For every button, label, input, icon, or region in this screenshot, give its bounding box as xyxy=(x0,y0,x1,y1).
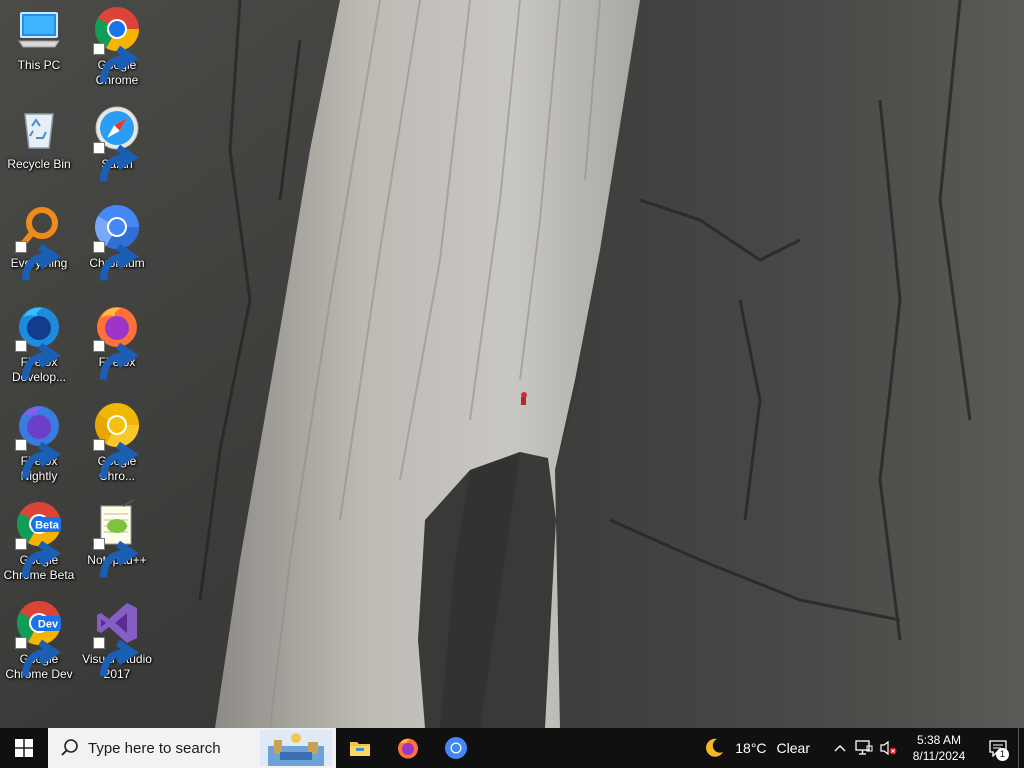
search-icon xyxy=(61,739,78,756)
start-button[interactable] xyxy=(0,728,48,768)
this-pc-icon xyxy=(15,5,63,53)
chromium-icon xyxy=(93,203,141,281)
volume-muted-icon xyxy=(880,740,897,756)
moon-icon xyxy=(706,738,724,757)
notepad-plus-plus-icon xyxy=(93,500,141,578)
shortcut-arrow-icon xyxy=(93,142,139,182)
desktop-icon-notepad-plus-plus[interactable]: Notepad++ xyxy=(79,495,155,591)
shortcut-arrow-icon xyxy=(15,538,61,578)
volume-button[interactable] xyxy=(876,728,900,768)
windows-logo-icon xyxy=(15,739,33,757)
shortcut-arrow-icon xyxy=(15,637,61,677)
desktop-icon-recycle-bin[interactable]: Recycle Bin xyxy=(1,99,77,195)
shortcut-arrow-icon xyxy=(93,43,139,83)
desktop-icon-google-chrome-canary[interactable]: Google Chro... xyxy=(79,396,155,492)
svg-text:Dev: Dev xyxy=(38,619,59,631)
desktop-icon-google-chrome-dev[interactable]: Dev Google Chrome Dev xyxy=(1,594,77,690)
chromium-icon xyxy=(445,737,467,759)
firefox-icon xyxy=(398,738,418,759)
search-placeholder: Type here to search xyxy=(88,739,221,757)
desktop-icon-google-chrome-beta[interactable]: Beta Google Chrome Beta xyxy=(1,495,77,591)
shortcut-arrow-icon xyxy=(15,439,61,479)
taskbar-search-box[interactable]: Type here to search xyxy=(48,728,336,768)
shortcut-arrow-icon xyxy=(93,340,139,380)
search-highlight-image xyxy=(260,730,332,766)
desktop-icon-firefox[interactable]: Firefox xyxy=(79,297,155,393)
clock[interactable]: 5:38 AM 8/11/2024 xyxy=(900,732,978,764)
network-icon xyxy=(855,740,873,755)
firefox-icon xyxy=(93,302,141,380)
everything-icon xyxy=(15,203,63,281)
desktop-icon-visual-studio-2017[interactable]: Visual Studio 2017 xyxy=(79,594,155,690)
recycle-bin-icon xyxy=(15,104,63,152)
weather-widget[interactable]: 18°C Clear xyxy=(703,737,810,759)
shortcut-arrow-icon xyxy=(15,340,61,380)
shortcut-arrow-icon xyxy=(15,241,61,281)
weather-temperature: 18°C xyxy=(735,740,767,756)
desktop-icon-firefox-nightly[interactable]: Firefox Nightly xyxy=(1,396,77,492)
network-button[interactable] xyxy=(852,728,876,768)
taskbar-file-explorer[interactable] xyxy=(336,728,384,768)
chrome-dev-icon: Dev xyxy=(15,599,63,677)
desktop-icon-chromium[interactable]: Chromium xyxy=(79,198,155,294)
visual-studio-icon xyxy=(93,599,141,677)
firefox-nightly-icon xyxy=(15,401,63,479)
desktop-icon-google-chrome[interactable]: Google Chrome xyxy=(79,0,155,96)
chrome-icon xyxy=(93,5,141,83)
clock-time: 5:38 AM xyxy=(916,733,962,747)
chevron-up-icon xyxy=(834,745,846,752)
chrome-canary-icon xyxy=(93,401,141,479)
taskbar-chromium[interactable] xyxy=(432,728,480,768)
clock-date: 8/11/2024 xyxy=(912,749,966,763)
firefox-developer-icon xyxy=(15,302,63,380)
desktop-icon-everything[interactable]: Everything xyxy=(1,198,77,294)
taskbar: Type here to search 18°C Clear 5:38 AM 8… xyxy=(0,728,1024,768)
chrome-beta-icon: Beta xyxy=(15,500,63,578)
safari-icon xyxy=(93,104,141,182)
weather-condition: Clear xyxy=(776,740,810,756)
taskbar-firefox[interactable] xyxy=(384,728,432,768)
shortcut-arrow-icon xyxy=(93,538,139,578)
svg-text:Beta: Beta xyxy=(35,520,60,532)
notification-count-badge: 1 xyxy=(996,748,1009,761)
desktop-icon-this-pc[interactable]: This PC xyxy=(1,0,77,96)
shortcut-arrow-icon xyxy=(93,439,139,479)
system-tray: 18°C Clear 5:38 AM 8/11/2024 1 xyxy=(703,728,1024,768)
show-hidden-icons-button[interactable] xyxy=(828,728,852,768)
action-center-button[interactable]: 1 xyxy=(978,728,1018,768)
shortcut-arrow-icon xyxy=(93,241,139,281)
desktop-icon-firefox-developer[interactable]: Firefox Develop... xyxy=(1,297,77,393)
file-explorer-icon xyxy=(350,742,370,756)
show-desktop-button[interactable] xyxy=(1018,728,1024,768)
desktop-icon-safari[interactable]: Safari xyxy=(79,99,155,195)
shortcut-arrow-icon xyxy=(93,637,139,677)
